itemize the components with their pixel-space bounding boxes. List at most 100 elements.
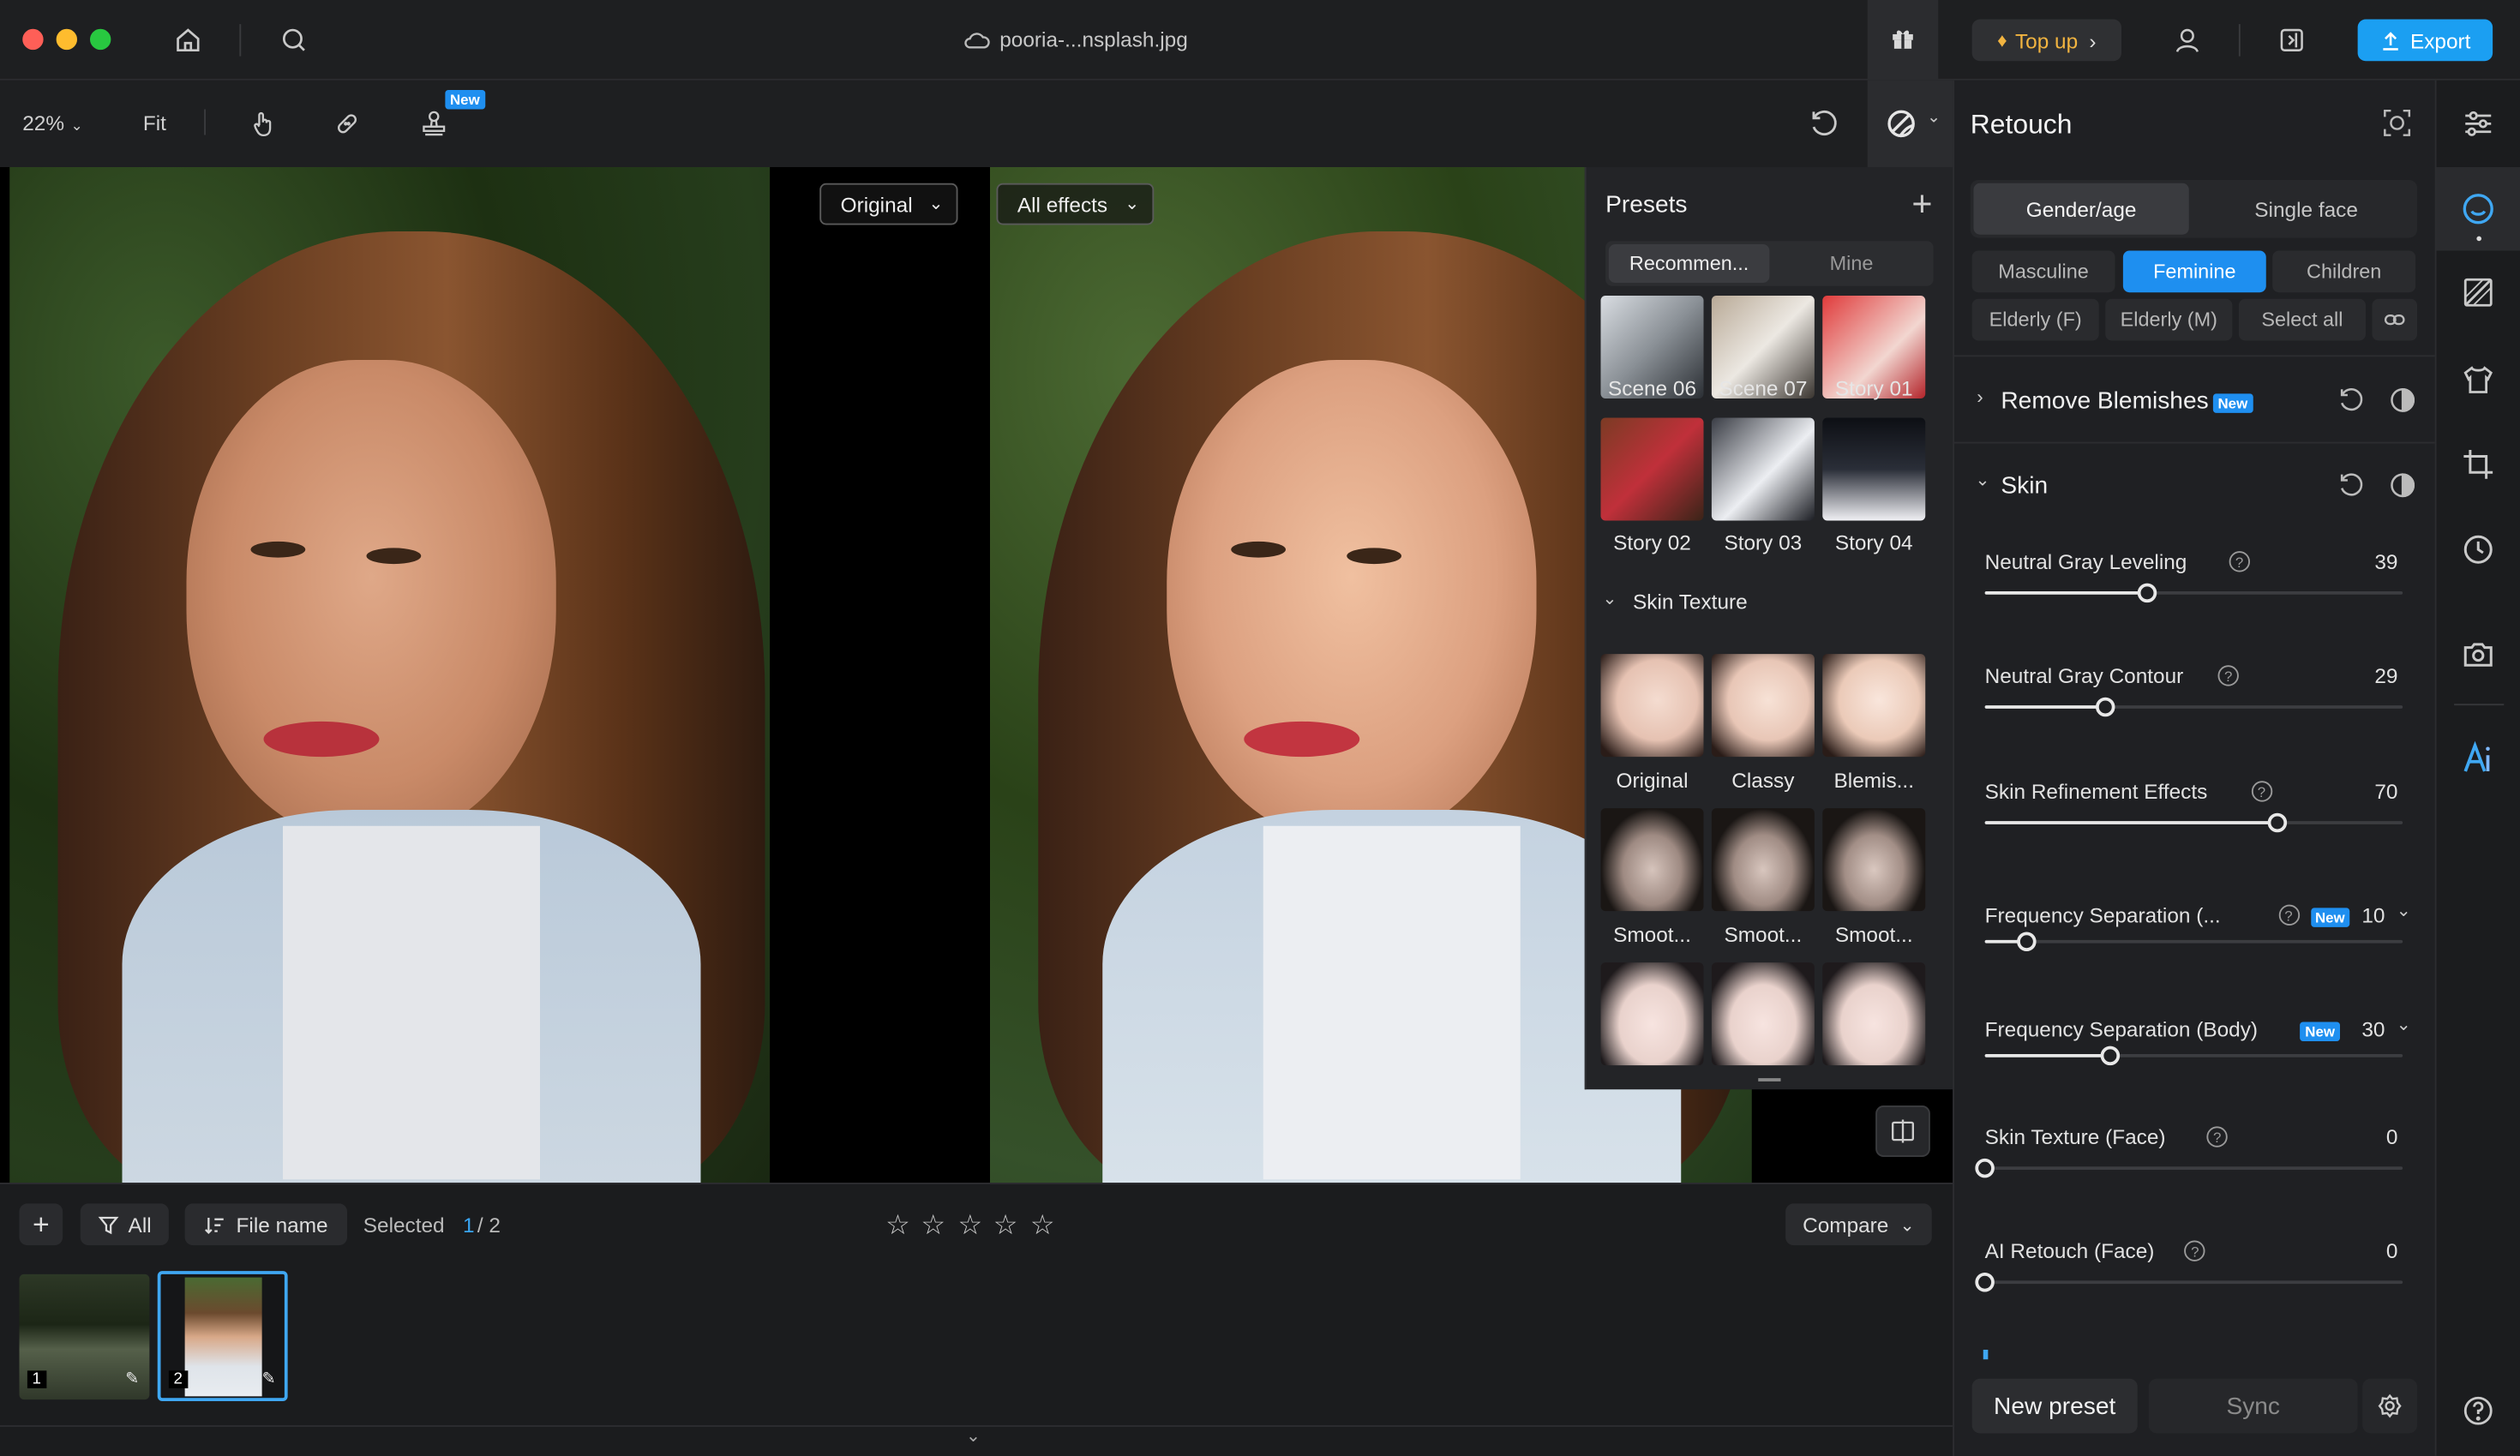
search-icon[interactable] [277, 22, 312, 57]
retouch-tool-active[interactable] [2437, 167, 2520, 251]
star-icon[interactable]: ☆ [885, 1210, 910, 1243]
slider-value[interactable]: 0 [2349, 1125, 2397, 1149]
close-window-button[interactable] [22, 29, 43, 50]
add-preset-icon[interactable]: + [1906, 188, 1939, 220]
gender-select-all[interactable]: Select all [2239, 299, 2366, 341]
chevron-down-icon[interactable]: ⌄ [1602, 588, 1617, 608]
home-icon[interactable] [171, 22, 206, 57]
account-icon[interactable] [2169, 22, 2205, 57]
skin-preset-thumb[interactable] [1601, 808, 1704, 911]
help-icon[interactable]: ? [2185, 1241, 2205, 1261]
slider-knob[interactable] [2017, 932, 2037, 952]
toggle-visibility-icon[interactable] [2386, 470, 2419, 502]
skin-preset-thumb[interactable] [1601, 654, 1704, 757]
history-icon[interactable] [2459, 530, 2498, 569]
filmstrip-thumb-selected[interactable]: 2 ✎ [158, 1271, 288, 1401]
slider-value[interactable]: 0 [2349, 1239, 2397, 1263]
slider-track[interactable] [1985, 1280, 2403, 1284]
original-photo[interactable] [9, 167, 770, 1183]
bandage-icon[interactable] [329, 106, 364, 141]
reset-icon[interactable] [2335, 384, 2367, 416]
help-icon[interactable]: ? [2251, 781, 2271, 801]
view-right-dropdown[interactable]: All effects⌄ [997, 183, 1155, 225]
compare-mode-button[interactable]: ⌄ [1868, 81, 1953, 167]
export-button[interactable]: Export [2358, 20, 2493, 62]
chevron-down-icon[interactable]: ⌄ [2397, 1014, 2411, 1034]
preset-thumb[interactable] [1822, 418, 1925, 521]
new-preset-button[interactable]: New preset [1972, 1379, 2138, 1434]
preset-thumb[interactable] [1601, 418, 1704, 521]
skin-preset-thumb[interactable] [1822, 654, 1925, 757]
slider-value[interactable]: 30 [2337, 1017, 2385, 1041]
split-view-button[interactable] [1875, 1105, 1930, 1157]
section-remove-blemishes[interactable]: Remove Blemishes [2001, 387, 2208, 415]
help-icon[interactable]: ? [2218, 665, 2239, 686]
sort-button[interactable]: File name [185, 1203, 347, 1245]
star-icon[interactable]: ☆ [921, 1210, 945, 1243]
hand-touch-icon[interactable] [246, 106, 281, 141]
zoom-window-button[interactable] [90, 29, 111, 50]
ai-icon[interactable] [2459, 740, 2498, 778]
sync-button[interactable]: Sync [2149, 1379, 2358, 1434]
slider-value[interactable]: 10 [2337, 903, 2385, 927]
gender-elderly-f[interactable]: Elderly (F) [1972, 299, 2099, 341]
slider-value[interactable]: 39 [2349, 549, 2397, 573]
chevron-down-icon[interactable]: ⌄ [966, 1425, 981, 1446]
sync-settings-button[interactable] [2362, 1379, 2417, 1434]
gradient-mask-icon[interactable] [2459, 273, 2498, 312]
crop-icon[interactable] [2459, 445, 2498, 483]
tab-recommended[interactable]: Recommen... [1609, 244, 1770, 283]
zoom-dropdown[interactable]: 22%⌄ [22, 111, 82, 135]
adjust-sliders-icon[interactable] [2459, 105, 2498, 143]
slider-value[interactable]: 29 [2349, 663, 2397, 687]
slider-knob[interactable] [2138, 584, 2157, 603]
gender-children[interactable]: Children [2272, 251, 2415, 293]
link-icon[interactable] [2373, 299, 2418, 341]
slider-knob[interactable] [2268, 813, 2288, 833]
tab-single-face[interactable]: Single face [2199, 183, 2414, 235]
compare-dropdown[interactable]: Compare ⌄ [1785, 1203, 1932, 1245]
slider-knob[interactable] [2101, 1046, 2121, 1066]
face-scan-icon[interactable] [2379, 105, 2414, 140]
gender-elderly-m[interactable]: Elderly (M) [2105, 299, 2232, 341]
topup-button[interactable]: ♦ Top up › [1972, 20, 2121, 62]
help-icon[interactable]: ? [2278, 905, 2299, 926]
preset-thumb[interactable] [1712, 418, 1815, 521]
panel-toggle-icon[interactable] [2274, 22, 2309, 57]
chevron-down-icon[interactable]: ⌄ [2397, 900, 2411, 920]
slider-knob[interactable] [2097, 698, 2116, 717]
skin-preset-thumb[interactable] [1822, 808, 1925, 911]
chevron-right-icon[interactable]: › [1977, 386, 1983, 408]
slider-value[interactable]: 70 [2349, 779, 2397, 803]
skin-preset-thumb[interactable] [1601, 962, 1704, 1065]
view-left-dropdown[interactable]: Original⌄ [819, 183, 957, 225]
tab-gender-age[interactable]: Gender/age [1974, 183, 2189, 235]
minimize-window-button[interactable] [57, 29, 77, 50]
fit-button[interactable]: Fit [143, 111, 166, 135]
tab-mine[interactable]: Mine [1773, 244, 1930, 283]
skin-preset-thumb[interactable] [1712, 808, 1815, 911]
star-icon[interactable]: ☆ [993, 1210, 1018, 1243]
gender-masculine[interactable]: Masculine [1972, 251, 2115, 293]
help-icon[interactable] [2459, 1392, 2498, 1430]
gender-feminine[interactable]: Feminine [2123, 251, 2266, 293]
slider-track[interactable] [1985, 1166, 2403, 1170]
skin-preset-thumb[interactable] [1822, 962, 1925, 1065]
section-skin[interactable]: Skin [2001, 472, 2048, 500]
reset-icon[interactable] [1805, 105, 1844, 143]
chevron-down-icon[interactable]: ⌄ [1975, 470, 1989, 490]
help-icon[interactable]: ? [2229, 551, 2249, 572]
skin-preset-thumb[interactable] [1712, 654, 1815, 757]
camera-icon[interactable] [2459, 635, 2498, 674]
slider-knob[interactable] [1975, 1159, 1995, 1178]
star-icon[interactable]: ☆ [958, 1210, 983, 1243]
skin-preset-thumb[interactable] [1712, 962, 1815, 1065]
star-icon[interactable]: ☆ [1030, 1210, 1055, 1243]
resize-handle[interactable] [1758, 1078, 1780, 1082]
reset-icon[interactable] [2335, 470, 2367, 502]
stamp-icon[interactable] [417, 106, 452, 141]
filmstrip-thumb[interactable]: 1 ✎ [20, 1274, 150, 1399]
slider-track[interactable] [1985, 940, 2403, 944]
add-photo-button[interactable]: + [20, 1203, 63, 1245]
filter-button[interactable]: All [81, 1203, 169, 1245]
